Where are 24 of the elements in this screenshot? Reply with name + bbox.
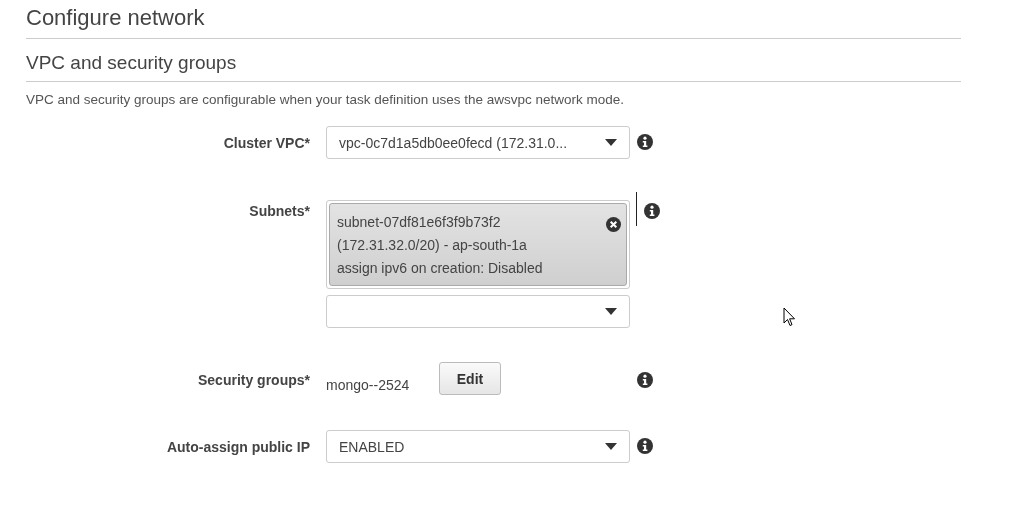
caret-icon xyxy=(605,443,617,450)
text-cursor xyxy=(636,192,637,226)
section-title: VPC and security groups xyxy=(26,51,238,75)
section-description: VPC and security groups are configurable when your task definition uses the awsvpc network mode. xyxy=(26,91,626,109)
info-icon[interactable] xyxy=(637,134,653,150)
info-icon[interactable] xyxy=(644,203,660,219)
caret-icon xyxy=(605,139,617,146)
caret-icon xyxy=(605,308,617,315)
subnet-text: subnet-07df81e6f3f9b73f2 xyxy=(337,213,502,232)
subnet-text: (172.31.32.0/20) - ap-south-1a xyxy=(337,236,528,255)
remove-icon[interactable] xyxy=(606,217,621,232)
field-label: Security groups* xyxy=(196,371,311,389)
field-label: Subnets* xyxy=(248,202,311,220)
edit-button[interactable]: Edit xyxy=(439,362,501,395)
info-icon[interactable] xyxy=(637,438,653,454)
dropdown[interactable]: ENABLED xyxy=(326,430,630,463)
subnet-text: assign ipv6 on creation: Disabled xyxy=(337,259,543,278)
page-title: Configure network xyxy=(26,4,206,32)
field-label: Auto-assign public IP xyxy=(165,438,311,456)
dropdown[interactable]: vpc-0c7d1a5db0ee0fecd (172.31.0... xyxy=(326,126,630,159)
security-group-name: mongo--2524 xyxy=(326,377,411,393)
mouse-pointer-icon xyxy=(783,307,796,327)
field-label: Cluster VPC* xyxy=(222,134,311,152)
info-icon[interactable] xyxy=(637,372,653,388)
